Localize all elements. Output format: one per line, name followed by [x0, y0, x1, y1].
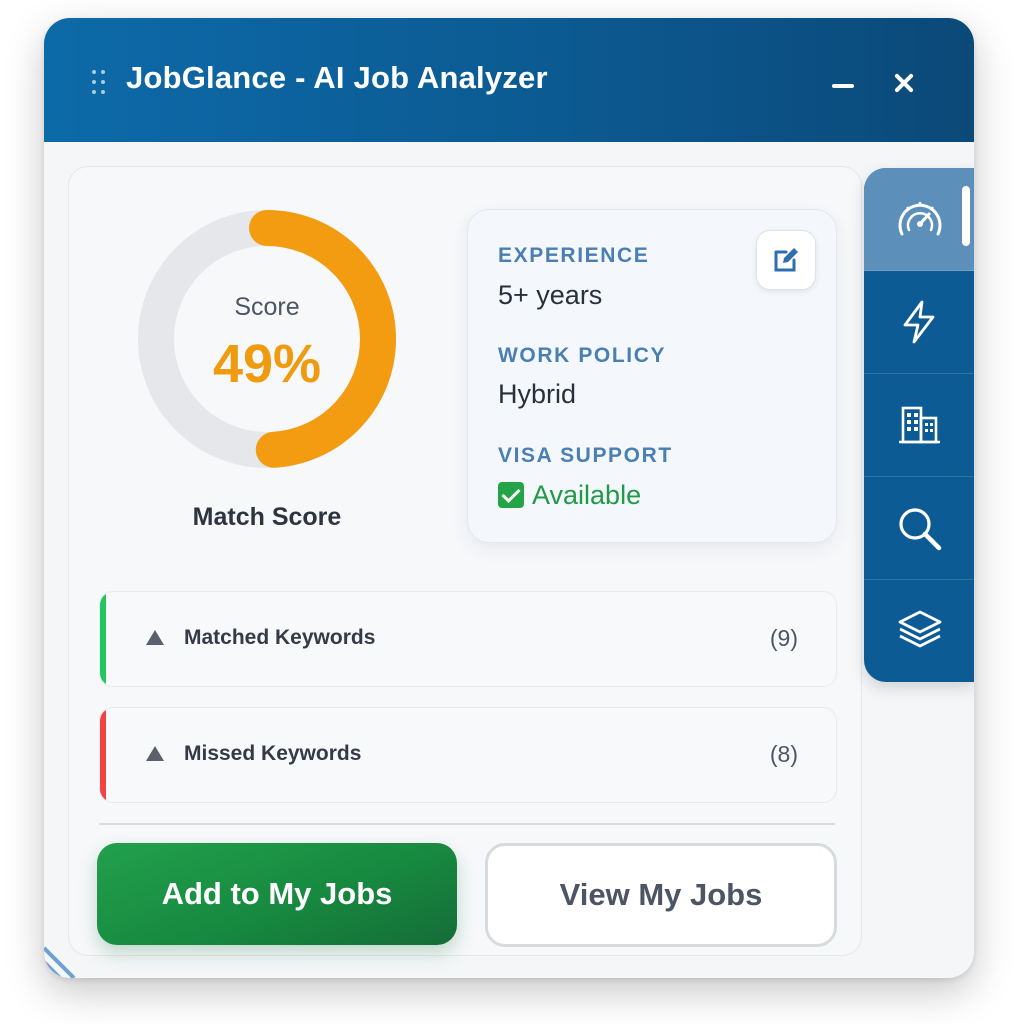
nav-item-score[interactable] [864, 168, 974, 271]
search-icon [899, 508, 942, 551]
nav-item-insights[interactable] [864, 271, 974, 374]
matched-keywords-label: Matched Keywords [184, 626, 376, 649]
nav-item-search[interactable] [864, 477, 974, 580]
score-label: Score [234, 293, 300, 321]
view-my-jobs-button[interactable]: View My Jobs [485, 843, 837, 947]
missed-keywords-label: Missed Keywords [184, 742, 362, 765]
gauge-icon [898, 202, 942, 236]
match-score-gauge: Score 49% [137, 209, 397, 469]
divider [99, 823, 835, 825]
visa-support-label: VISA SUPPORT [498, 444, 673, 467]
missed-indicator-bar [100, 708, 106, 802]
analysis-panel: Score 49% Match Score EXPERIENCE 5+ year… [68, 166, 862, 956]
job-details-card: EXPERIENCE 5+ years WORK POLICY Hybrid V… [467, 209, 837, 543]
edit-button[interactable] [756, 230, 816, 290]
check-icon [498, 482, 524, 508]
matched-indicator-bar [100, 592, 106, 686]
app-window: JobGlance - AI Job Analyzer Score 49% Ma… [44, 18, 974, 978]
visa-status-text: Available [532, 480, 642, 510]
experience-label: EXPERIENCE [498, 244, 650, 267]
matched-keywords-row[interactable]: Matched Keywords (9) [99, 591, 837, 687]
window-title: JobGlance - AI Job Analyzer [126, 60, 548, 95]
expand-triangle-icon [146, 630, 164, 645]
minimize-button[interactable] [824, 62, 864, 102]
resize-grip-icon[interactable] [44, 934, 88, 978]
score-value: 49% [212, 334, 322, 394]
match-score-caption: Match Score [192, 503, 342, 531]
add-to-my-jobs-button[interactable]: Add to My Jobs [97, 843, 457, 945]
missed-keywords-count: (8) [769, 741, 798, 767]
active-indicator [962, 186, 970, 246]
building-icon [899, 406, 940, 444]
drag-handle-icon[interactable] [92, 70, 108, 96]
work-policy-label: WORK POLICY [498, 344, 667, 367]
lightning-icon [903, 300, 935, 344]
edit-icon [774, 248, 798, 272]
close-button[interactable] [884, 62, 924, 102]
visa-support-value: Available [498, 480, 641, 511]
missed-keywords-row[interactable]: Missed Keywords (8) [99, 707, 837, 803]
layers-icon [898, 610, 942, 648]
experience-value: 5+ years [498, 280, 603, 310]
nav-item-company[interactable] [864, 374, 974, 477]
title-bar[interactable]: JobGlance - AI Job Analyzer [44, 18, 974, 142]
work-policy-value: Hybrid [498, 379, 577, 409]
expand-triangle-icon [146, 746, 164, 761]
nav-item-layers[interactable] [864, 580, 974, 682]
side-navigation [864, 168, 974, 682]
matched-keywords-count: (9) [769, 625, 798, 651]
